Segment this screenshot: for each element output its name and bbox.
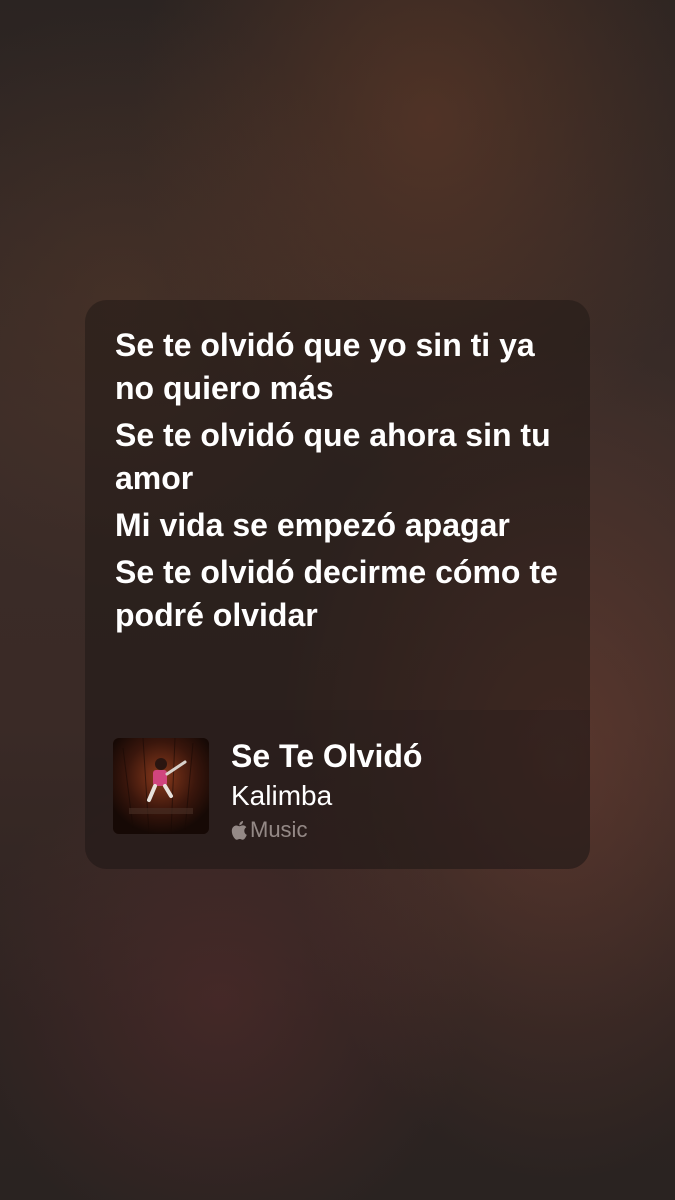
apple-music-badge: Music [231,816,422,844]
lyric-line: Mi vida se empezó apagar [115,507,510,543]
track-title: Se Te Olvidó [231,738,423,774]
lyric-line: Se te olvidó que ahora sin tu amor [115,417,551,496]
album-artwork[interactable] [113,738,209,834]
album-artwork-image [113,738,209,834]
service-label: Music [250,817,308,842]
track-info: Se Te Olvidó Kalimba Music [231,736,422,844]
track-artist: Kalimba [231,780,333,811]
apple-logo-icon [231,819,249,841]
lyric-line: Se te olvidó que yo sin ti ya no quiero … [115,327,535,406]
lyrics-block: Se te olvidó que yo sin ti ya no quiero … [115,324,570,641]
lyric-line: Se te olvidó decirme cómo te podré olvid… [115,554,558,633]
lyrics-share-card[interactable]: Se te olvidó que yo sin ti ya no quiero … [85,300,590,869]
track-section[interactable]: Se Te Olvidó Kalimba Music [85,710,590,869]
